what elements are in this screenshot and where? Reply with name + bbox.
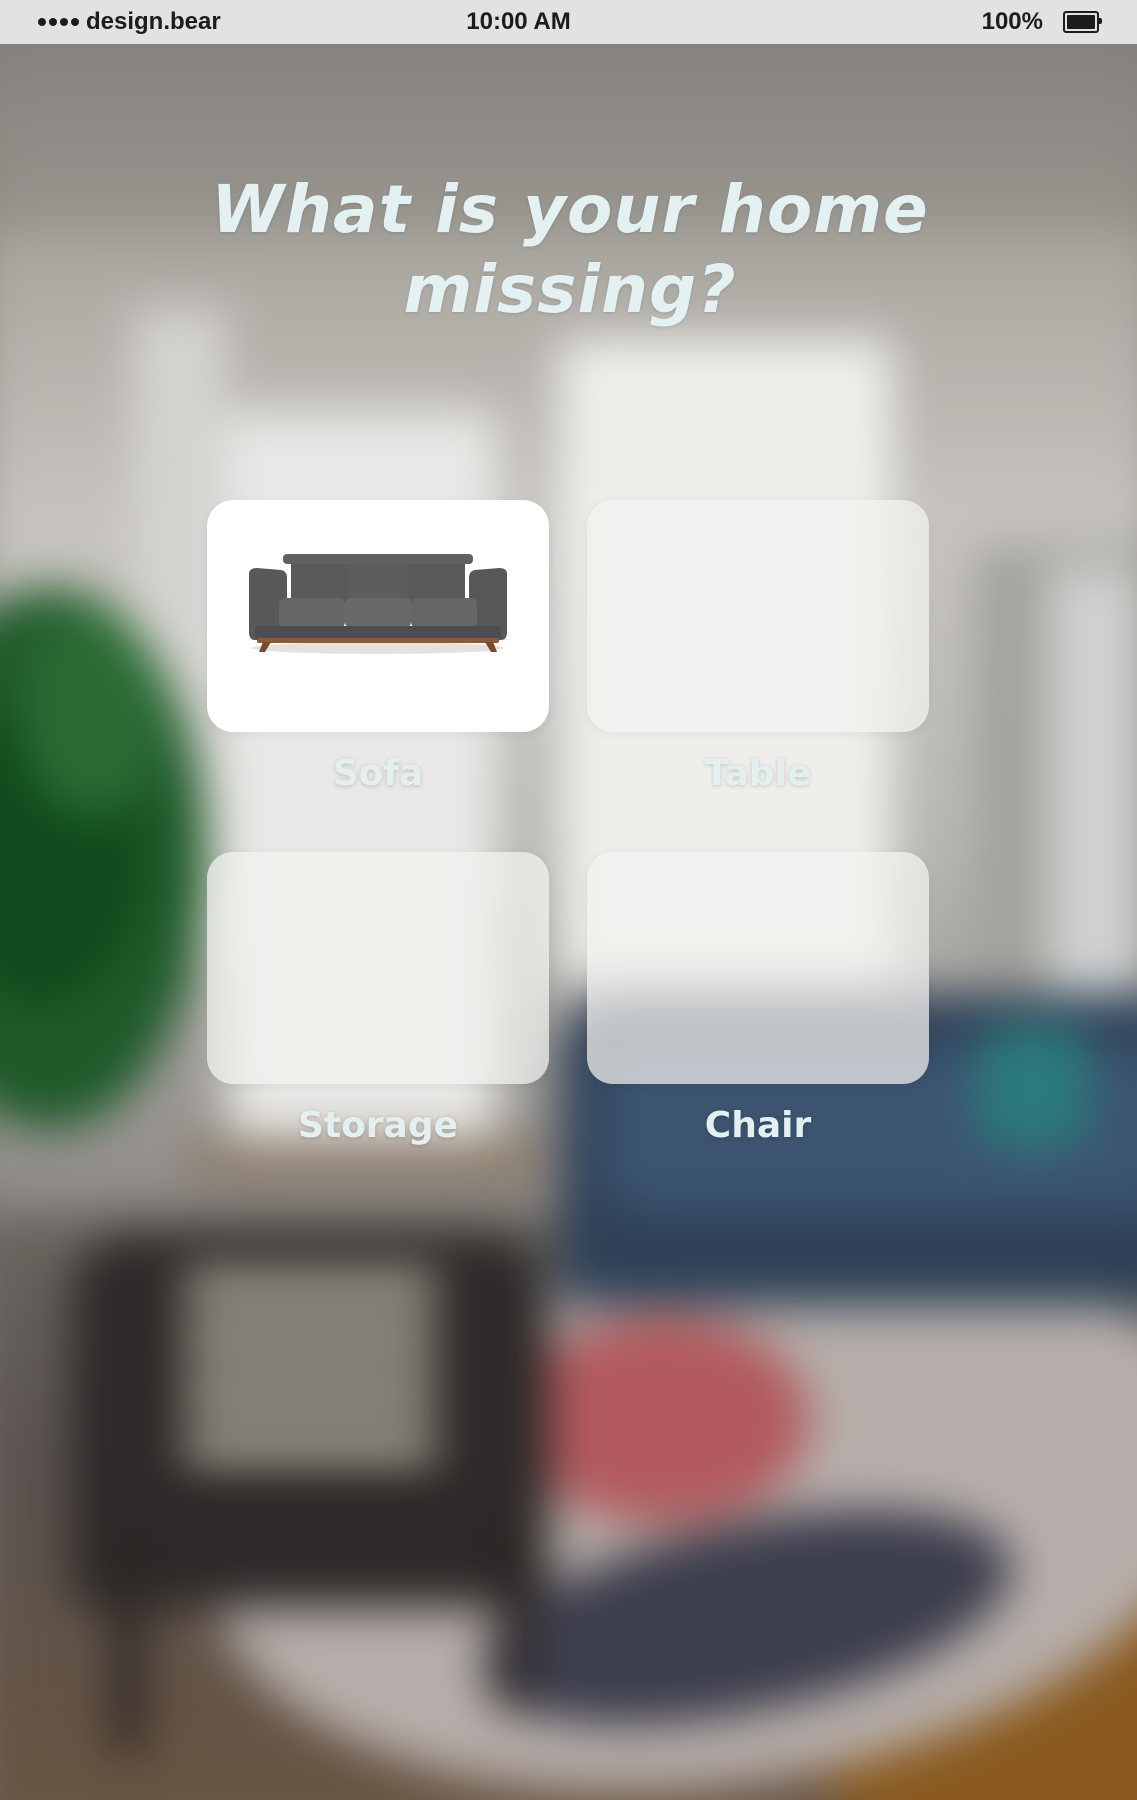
status-bar: design.bear 10:00 AM 100% xyxy=(0,0,1137,44)
option-card-sofa[interactable] xyxy=(207,500,549,732)
option-card-storage[interactable] xyxy=(207,852,549,1084)
battery-icon xyxy=(1063,11,1102,33)
option-label-sofa[interactable]: Sofa xyxy=(207,752,549,796)
battery-percent: 100% xyxy=(981,8,1043,35)
option-label-table[interactable]: Table xyxy=(587,752,929,796)
status-time: 10:00 AM xyxy=(466,8,571,35)
status-battery-group: 100% xyxy=(981,0,1102,44)
option-label-storage[interactable]: Storage xyxy=(207,1104,549,1148)
option-card-chair[interactable] xyxy=(587,852,929,1084)
option-label-chair[interactable]: Chair xyxy=(587,1104,929,1148)
option-card-table[interactable] xyxy=(587,500,929,732)
page-title: What is your home missing? xyxy=(211,171,929,328)
sofa-icon xyxy=(249,554,507,654)
